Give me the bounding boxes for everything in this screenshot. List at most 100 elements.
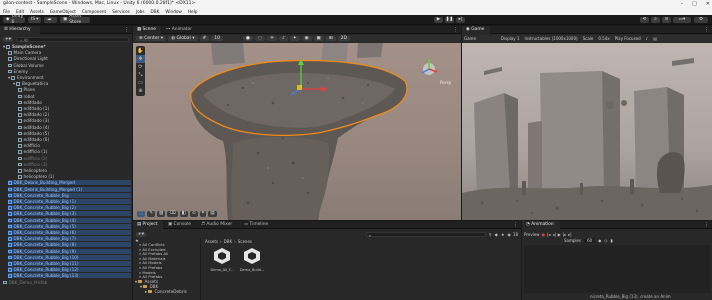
play-icon[interactable]: ▶ bbox=[558, 232, 561, 237]
tab-timeline[interactable]: ▭ Timeline bbox=[240, 221, 276, 229]
menu-services[interactable]: Services bbox=[112, 8, 130, 15]
camera-button[interactable]: ▣ bbox=[313, 36, 324, 41]
settings-button[interactable]: ⚙ bbox=[694, 17, 708, 23]
hierarchy-item[interactable]: edifficio (2) bbox=[18, 156, 47, 161]
panel-menu-icon[interactable]: ⋮ bbox=[453, 27, 458, 33]
persp-label[interactable]: Persp bbox=[440, 80, 451, 85]
panel-menu-icon[interactable]: ⋮ bbox=[704, 222, 709, 228]
rect-tool-icon[interactable]: ▭ bbox=[136, 79, 145, 87]
label-icon[interactable]: ◆ bbox=[495, 232, 498, 237]
hierarchy-item[interactable]: edifficio (1) bbox=[18, 149, 47, 154]
breadcrumb-assets[interactable]: Assets bbox=[205, 239, 218, 244]
brush-tool-icon[interactable]: ✎ bbox=[147, 211, 156, 217]
breadcrumb-scenes[interactable]: Scenes bbox=[238, 239, 252, 244]
hierarchy-item[interactable]: Main Camera bbox=[8, 50, 41, 55]
effects-button[interactable]: ✦ bbox=[289, 36, 300, 41]
gizmos-button[interactable]: ⊞ bbox=[325, 36, 336, 41]
create-asset-button[interactable]: +▾ bbox=[136, 231, 147, 237]
pivot-dropdown[interactable]: ⊕ Center ▾ bbox=[136, 36, 167, 41]
rotate-tool-icon[interactable]: ⟳ bbox=[136, 63, 145, 71]
keyframe-icon[interactable]: ◆ bbox=[598, 238, 601, 243]
pick-tool-icon[interactable]: ⊙ bbox=[189, 211, 198, 217]
tab-animator[interactable]: ⊶ Animator bbox=[162, 26, 198, 34]
hierarchy-item[interactable]: edifdado (2) bbox=[18, 112, 49, 117]
hierarchy-item[interactable]: Plane bbox=[18, 87, 35, 92]
animation-timeline-area[interactable] bbox=[524, 245, 710, 293]
snap-tool-icon[interactable]: ⌗ bbox=[199, 211, 207, 217]
2d-toggle[interactable]: 2D bbox=[337, 36, 350, 41]
hierarchy-item[interactable]: DBK_Concrete_Rubble_Big (1) bbox=[8, 199, 131, 204]
account-dropdown[interactable]: ◆ Unity 6 bbox=[3, 14, 25, 25]
add-key-icon[interactable]: ◇ bbox=[604, 238, 607, 243]
hierarchy-item[interactable]: DBK_Debris_Building_Merged bbox=[8, 180, 131, 186]
hierarchy-item[interactable]: DBK_Concrete_Rubble_Big (13) bbox=[8, 273, 131, 279]
hierarchy-item[interactable]: edifdado (3) bbox=[18, 118, 49, 123]
play-button[interactable]: ▶ bbox=[434, 17, 443, 23]
eye-icon[interactable]: ◉ bbox=[507, 232, 511, 237]
hierarchy-item[interactable]: DBK_Debris_Building_Merged (1) bbox=[8, 186, 131, 192]
game-display-dropdown[interactable]: Game bbox=[464, 36, 476, 41]
menu-assets[interactable]: Assets bbox=[30, 8, 44, 15]
hierarchy-item[interactable]: DBK_Concrete_Rubble_Big (11) bbox=[8, 261, 131, 266]
asset-tile[interactable]: Demo_Build... bbox=[239, 247, 265, 275]
resolution-dropdown[interactable]: Instructables (1000x1000) bbox=[524, 36, 577, 41]
audio-mute-icon[interactable]: ♪ bbox=[646, 36, 649, 41]
hierarchy-item[interactable]: ▾ Environment bbox=[8, 75, 44, 80]
menu-dbk[interactable]: DBK bbox=[151, 8, 160, 15]
hierarchy-item[interactable]: DBK_Concrete_Rubble_Big (5) bbox=[8, 223, 131, 229]
menu-help[interactable]: Help bbox=[188, 8, 198, 15]
account-badge[interactable]: IS ▾ bbox=[28, 17, 41, 23]
lighting-button[interactable]: ☀ bbox=[266, 36, 277, 41]
hierarchy-item[interactable]: edifficio bbox=[18, 143, 40, 148]
layer-tool-icon[interactable]: ▤ bbox=[208, 211, 217, 217]
hierarchy-item[interactable]: DBK_Concrete_Rubble_Big (7) bbox=[8, 236, 131, 242]
project-search-input[interactable]: ⌕ bbox=[365, 231, 486, 238]
event-icon[interactable]: ▮ bbox=[610, 238, 612, 243]
prev-frame-icon[interactable]: ◂| bbox=[552, 232, 555, 237]
star-icon[interactable]: ★ bbox=[501, 232, 505, 237]
cloud-button[interactable]: ☁ bbox=[44, 17, 57, 23]
layers-button[interactable]: ≡ bbox=[662, 17, 671, 23]
hierarchy-search-input[interactable]: ⌕ All bbox=[16, 36, 129, 43]
erase-tool-icon[interactable]: ⌫ bbox=[167, 211, 178, 217]
hierarchy-item[interactable]: robot bbox=[18, 94, 35, 99]
scale-tool-icon[interactable]: ⤡ bbox=[136, 71, 145, 79]
menu-window[interactable]: Window bbox=[165, 8, 182, 15]
stats-icon[interactable]: ▤ bbox=[653, 36, 657, 41]
hierarchy-item[interactable]: DBK_Concrete_Rubble_Big (12) bbox=[8, 267, 131, 273]
close-icon[interactable]: ✕ bbox=[706, 0, 710, 8]
menu-file[interactable]: File bbox=[3, 8, 10, 15]
hierarchy-item[interactable]: Enemy bbox=[8, 69, 28, 74]
samples-input[interactable]: 60 bbox=[584, 237, 596, 243]
hierarchy-item[interactable]: helicoptero bbox=[18, 168, 47, 173]
hierarchy-item[interactable]: edifdado bbox=[18, 100, 42, 105]
play-mode-dropdown[interactable]: Play Focused bbox=[615, 36, 641, 41]
scale-value[interactable]: 0.54x bbox=[598, 36, 609, 41]
tab-game[interactable]: ◉ Game bbox=[462, 26, 490, 34]
history-button[interactable]: ⟲ bbox=[640, 17, 649, 23]
space-dropdown[interactable]: ◍ Global ▾ bbox=[168, 36, 198, 41]
maximize-icon[interactable]: □ bbox=[692, 0, 697, 8]
add-button[interactable]: +▾ bbox=[3, 36, 14, 42]
fill-tool-icon[interactable]: ◧ bbox=[179, 211, 188, 217]
tab-animation[interactable]: ◔ Animation bbox=[522, 221, 560, 229]
next-frame-icon[interactable]: |▸ bbox=[563, 232, 566, 237]
grid-snap-button[interactable]: # bbox=[199, 36, 210, 41]
layout-button[interactable]: ▭▾ bbox=[673, 17, 691, 23]
hierarchy-item[interactable]: DBK_Concrete_Rubble_Big (10) bbox=[8, 254, 131, 260]
hierarchy-item[interactable]: DBK_Demo_Prefab bbox=[3, 280, 47, 285]
filter-icon[interactable]: ⚲ bbox=[489, 232, 492, 237]
pause-button[interactable]: ❚❚ bbox=[445, 17, 454, 23]
hierarchy-item[interactable]: ▾ Beguetatlica bbox=[13, 81, 48, 86]
hierarchy-item[interactable]: edifdado (5) bbox=[18, 131, 49, 136]
paint-tool-icon[interactable]: ▨ bbox=[157, 211, 166, 217]
hand-tool-icon[interactable]: ✋ bbox=[136, 47, 145, 55]
wireframe-button[interactable]: ◌ bbox=[254, 36, 265, 41]
last-frame-icon[interactable]: ▸| bbox=[568, 232, 571, 237]
hierarchy-item[interactable]: edifdado (4) bbox=[18, 125, 49, 130]
move-tool-icon[interactable]: ✥ bbox=[136, 55, 145, 63]
hierarchy-item[interactable]: DBK_Concrete_Rubble_Big (6) bbox=[8, 230, 131, 235]
audio-button[interactable]: ♪ bbox=[278, 36, 288, 41]
hierarchy-item[interactable]: edifdado (1) bbox=[18, 106, 49, 111]
render-mode-button[interactable]: ● bbox=[243, 36, 253, 41]
